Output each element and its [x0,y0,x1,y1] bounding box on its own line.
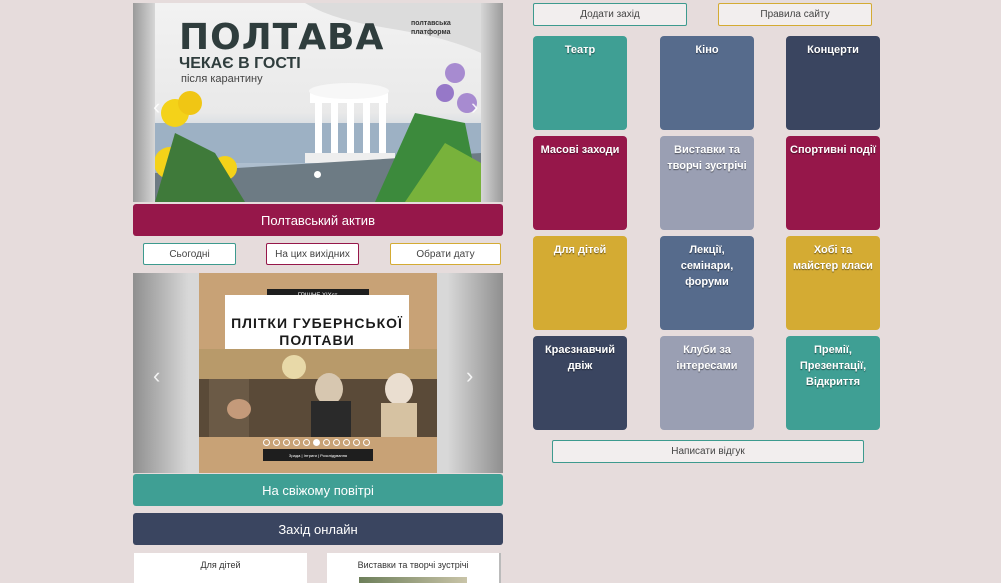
online-event-button[interactable]: Захід онлайн [133,513,503,545]
add-event-button[interactable]: Додати захід [533,3,687,26]
slider-dot[interactable] [313,439,320,446]
category-awards[interactable]: Премії, Презентації, Відкриття [786,336,880,430]
active-button[interactable]: Полтавський актив [133,204,503,236]
fresh-air-button[interactable]: На свіжому повітрі [133,474,503,506]
banner-brand: полтавська платформа [411,20,451,36]
weekend-button[interactable]: На цих вихідних [266,243,359,265]
poster-footer: Зрада | Інтриги | Розслідування [263,449,373,461]
category-local-history[interactable]: Краєзнавчий двіж [533,336,627,430]
poster-scene [199,349,437,437]
bottom-card-exhibitions[interactable]: Виставки та творчі зустрічі [327,553,501,583]
pick-date-button[interactable]: Обрати дату [390,243,501,265]
today-button[interactable]: Сьогодні [143,243,236,265]
site-rules-button[interactable]: Правила сайту [718,3,872,26]
category-clubs[interactable]: Клуби за інтересами [660,336,754,430]
category-concerts[interactable]: Концерти [786,36,880,130]
bottom-card-kids[interactable]: Для дітей [134,553,307,583]
slider-dot[interactable] [343,439,350,446]
chevron-left-icon[interactable]: ‹ [153,365,160,387]
category-cinema[interactable]: Кіно [660,36,754,130]
category-kids[interactable]: Для дітей [533,236,627,330]
category-hobbies[interactable]: Хобі та майстер класи [786,236,880,330]
chevron-right-icon[interactable]: › [471,96,478,118]
card-title: Для дітей [200,560,241,570]
slider-dot[interactable] [333,439,340,446]
slider-dot[interactable] [293,439,300,446]
poster-title: ПЛІТКИ ГУБЕРНСЬКОЇ ПОЛТАВИ [231,315,403,348]
slider-dot[interactable] [353,439,360,446]
slider-dot[interactable] [363,439,370,446]
card-thumbnail [359,577,467,583]
slider-dot[interactable] [323,439,330,446]
category-theatre[interactable]: Театр [533,36,627,130]
slider-dot[interactable] [303,439,310,446]
banner-shade-left [133,3,155,202]
event-poster-slider[interactable]: ГРІШНЕ ХІХст. ПЛІТКИ ГУБЕРНСЬКОЇ ПОЛТАВИ… [133,273,503,473]
chevron-right-icon[interactable]: › [466,365,473,387]
card-title: Виставки та творчі зустрічі [357,560,469,570]
category-lectures[interactable]: Лекції, семінари, форуми [660,236,754,330]
chevron-left-icon[interactable]: ‹ [153,96,160,118]
category-exhibitions[interactable]: Виставки та творчі зустрічі [660,136,754,230]
top-banner-slider[interactable]: ПОЛТАВА ЧЕКАЄ В ГОСТІ після карантину по… [133,3,503,202]
slider-dot[interactable] [273,439,280,446]
banner-tagline: після карантину [181,73,263,85]
write-feedback-button[interactable]: Написати відгук [552,440,864,463]
slider-dot[interactable] [263,439,270,446]
slider-dot[interactable] [314,171,321,178]
category-mass-events[interactable]: Масові заходи [533,136,627,230]
banner-title: ПОЛТАВА [179,17,385,58]
slider-dot[interactable] [283,439,290,446]
category-sports[interactable]: Спортивні події [786,136,880,230]
banner-shade-right [481,3,503,202]
banner-subtitle: ЧЕКАЄ В ГОСТІ [179,55,301,72]
